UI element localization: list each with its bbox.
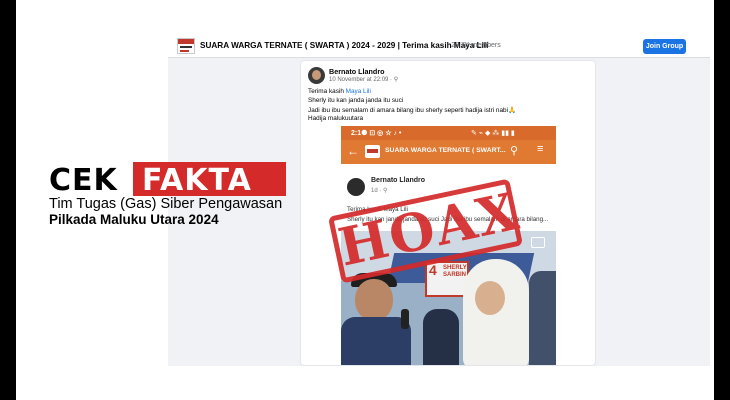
microphone bbox=[401, 309, 409, 329]
post-text-line-1: Terima kasih Maya Lili bbox=[308, 88, 371, 95]
group-header-bar: SUARA WARGA TERNATE ( SWARTA ) 2024 - 20… bbox=[168, 34, 710, 58]
tagline-task-force: Tim Tugas (Gas) Siber Pengawasan bbox=[49, 196, 283, 212]
banner-text: SHERLY SARBIN bbox=[443, 265, 467, 278]
app-toolbar: ← SUARA WARGA TERNATE ( SWART... ⚲ ≡ bbox=[341, 140, 556, 164]
inner-author-avatar bbox=[347, 178, 365, 196]
back-arrow-icon: ← bbox=[347, 144, 359, 158]
picture-in-picture-icon bbox=[531, 237, 545, 248]
group-logo-icon bbox=[365, 145, 380, 158]
article-cover-image: SUARA WARGA TERNATE ( SWARTA ) 2024 - 20… bbox=[16, 0, 714, 400]
group-thumbnail[interactable] bbox=[177, 38, 195, 54]
join-group-button[interactable]: Join Group bbox=[643, 39, 686, 54]
post-text-line-4: Hadija malukuutara bbox=[308, 115, 364, 122]
post-text-line-2: Sherly itu kan janda janda itu suci bbox=[308, 97, 404, 104]
phone-status-bar: 2:1⚈ ⊡ ◎ ☆ ♪ • ✎ ⌁ ◆ ⁂ ▮▮ ▮ bbox=[341, 126, 556, 140]
inner-post-time: 1d · ⚲ bbox=[371, 188, 388, 194]
inner-post-author: Bernato Llandro bbox=[371, 177, 426, 184]
menu-icon: ≡ bbox=[537, 143, 544, 155]
status-icons: ✎ ⌁ ◆ ⁂ ▮▮ ▮ bbox=[471, 130, 515, 137]
cek-label: CEK bbox=[49, 163, 118, 198]
fakta-label: FAKTA bbox=[142, 163, 252, 198]
group-title[interactable]: SUARA WARGA TERNATE ( SWARTA ) 2024 - 20… bbox=[200, 41, 488, 50]
status-time: 2:1⚈ ⊡ ◎ ☆ ♪ • bbox=[351, 130, 402, 137]
tagline-election: Pilkada Maluku Utara 2024 bbox=[49, 212, 219, 227]
app-toolbar-title: SUARA WARGA TERNATE ( SWART... bbox=[385, 147, 506, 154]
post-author[interactable]: Bernato Llandro bbox=[329, 67, 385, 76]
post-timestamp[interactable]: 10 November at 22:09 · ⚲ bbox=[329, 76, 398, 83]
search-icon: ⚲ bbox=[510, 145, 519, 157]
mention-link[interactable]: Maya Lili bbox=[346, 88, 371, 95]
group-member-count: · 28.7K members bbox=[447, 42, 501, 49]
post-text-line-3: Jadi ibu ibu semalam di amara bilang ibu… bbox=[308, 107, 516, 114]
author-avatar[interactable] bbox=[308, 67, 325, 84]
man-speaking bbox=[355, 279, 393, 321]
